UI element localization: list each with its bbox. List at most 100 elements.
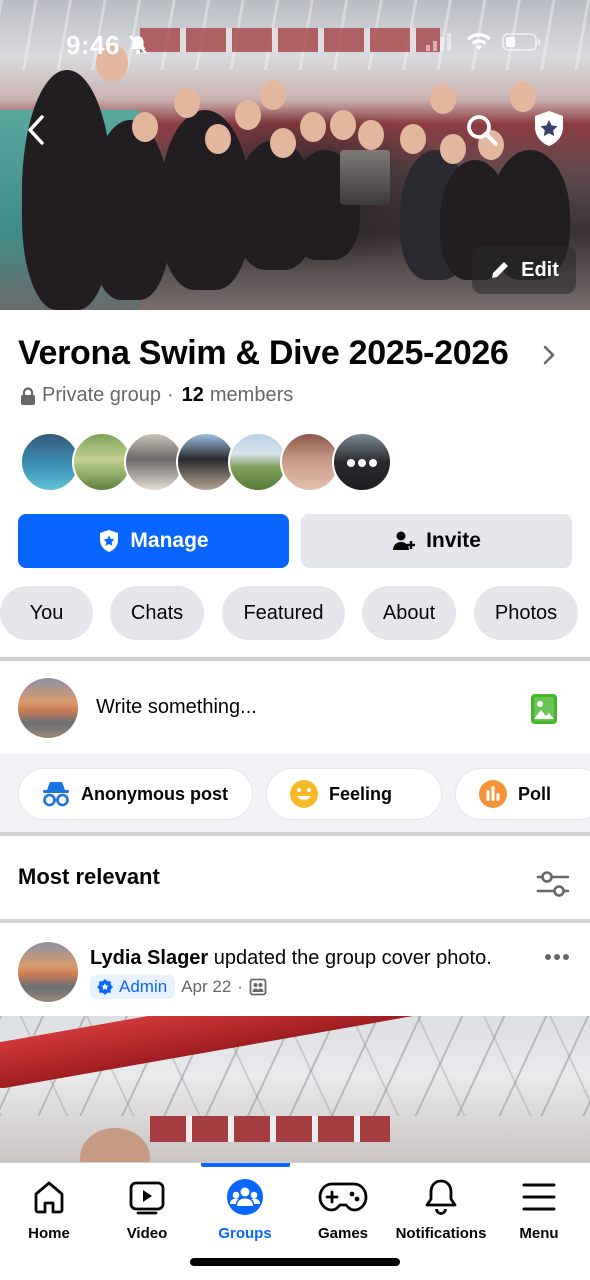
composer-placeholder[interactable]: Write something... [96,696,257,719]
nav-menu[interactable]: Menu [490,1163,588,1253]
anonymous-post-label: Anonymous post [81,783,228,804]
nav-menu-label: Menu [519,1225,559,1242]
members-label: members [209,384,294,406]
post-composer[interactable]: Write something... [0,662,590,754]
nav-notifications-label: Notifications [395,1225,487,1242]
cover-face [358,120,384,150]
nav-notifications[interactable]: Notifications [392,1163,490,1253]
tab-featured[interactable]: Featured [222,586,345,640]
cover-face [400,124,426,154]
group-name[interactable]: Verona Swim & Dive 2025-2026 [18,334,509,373]
edit-cover-label: Edit [521,258,559,281]
manage-label: Manage [130,529,209,552]
poll-chip[interactable]: Poll [455,768,590,820]
feed-sort-title: Most relevant [18,864,160,889]
cover-banners [140,28,440,52]
post-meta-separator: · [237,977,243,996]
post-options-button[interactable] [544,950,570,969]
invite-button[interactable]: Invite [301,514,572,568]
poll-label: Poll [518,783,552,804]
nav-video-label: Video [126,1225,168,1242]
nav-games[interactable]: Games [294,1163,392,1253]
video-icon [128,1177,166,1217]
tab-chats[interactable]: Chats [110,586,204,640]
home-icon [31,1177,67,1217]
post-meta: Admin Apr 22 · [90,975,267,999]
post-date[interactable]: Apr 22 [181,977,231,997]
nav-video[interactable]: Video [98,1163,196,1253]
tab-about[interactable]: About [362,586,456,640]
avatar[interactable] [280,432,340,492]
meta-separator: · [166,384,174,406]
group-meta[interactable]: Private group · 12 members [20,384,293,407]
post-photo[interactable] [0,1016,590,1166]
back-button[interactable] [18,112,54,148]
invite-label: Invite [426,529,481,552]
post-options-bar: Anonymous post Feeling Poll [0,754,590,834]
post-action-text: updated the group cover photo. [213,947,492,969]
chevron-right-icon[interactable] [542,344,556,371]
group-tabs: You Chats Featured About Photos [0,586,590,640]
photo-icon[interactable] [531,694,557,729]
section-divider [0,919,590,923]
cellular-icon [426,33,451,51]
battery-icon [502,33,541,51]
manage-button[interactable]: Manage [18,514,289,568]
cover-face [132,112,158,142]
admin-badge: Admin [90,975,176,999]
gamepad-icon [318,1177,368,1217]
more-dots-icon [347,459,377,467]
post-author-avatar[interactable] [18,942,78,1002]
status-time: 9:46 [66,30,121,60]
groups-icon [226,1177,264,1217]
avatar[interactable] [20,432,80,492]
search-icon [467,115,498,146]
privacy-label: Private group [42,384,161,406]
cover-face [330,110,356,140]
nav-groups[interactable]: Groups [196,1163,294,1253]
cover-person [90,120,170,300]
silent-mode-icon [126,33,150,62]
nav-home[interactable]: Home [0,1163,98,1253]
avatar[interactable] [124,432,184,492]
poll-icon [479,780,507,808]
avatar[interactable] [72,432,132,492]
smiley-icon [290,780,318,808]
post-author-name[interactable]: Lydia Slager [90,947,208,969]
filter-sliders-icon[interactable] [536,870,570,903]
search-button[interactable] [462,110,502,150]
feeling-chip[interactable]: Feeling [266,768,442,820]
home-indicator[interactable] [190,1258,400,1266]
cover-face [205,124,231,154]
lock-icon [21,386,35,405]
group-audience-icon [249,978,267,996]
tab-you[interactable]: You [0,586,93,640]
cover-face [430,84,456,114]
avatar[interactable] [176,432,236,492]
cover-face [174,88,200,118]
post-photo-banners [150,1116,390,1142]
feeling-label: Feeling [329,783,393,804]
admin-star-icon [97,979,113,995]
cover-face [235,100,261,130]
tab-photos[interactable]: Photos [474,586,578,640]
hamburger-menu-icon [522,1177,556,1217]
avatar[interactable] [228,432,288,492]
nav-games-label: Games [317,1225,369,1242]
user-avatar[interactable] [18,678,78,738]
shield-star-icon [100,530,119,552]
trophy [340,150,390,205]
cover-face [270,128,296,158]
more-members-avatar[interactable] [332,432,392,492]
admin-tools-button[interactable] [528,108,570,150]
add-person-icon [393,531,416,550]
anonymous-post-chip[interactable]: Anonymous post [18,768,253,820]
cover-face [260,80,286,110]
edit-cover-button[interactable]: Edit [472,246,576,294]
nav-home-label: Home [28,1225,70,1242]
shield-star-icon [535,111,563,146]
admin-badge-label: Admin [119,977,168,996]
more-horizontal-icon [545,954,569,960]
pencil-icon [492,262,509,278]
cover-face [300,112,326,142]
